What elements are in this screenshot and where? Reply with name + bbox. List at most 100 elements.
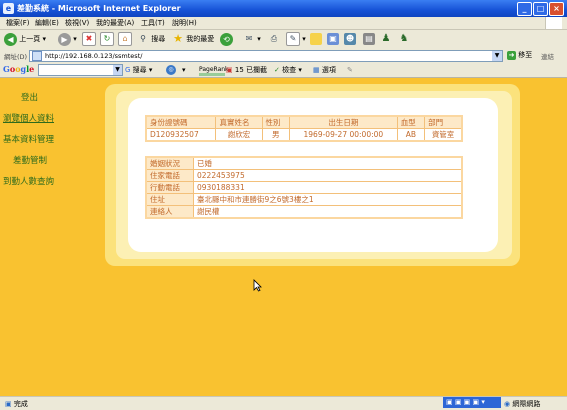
- language-bar[interactable]: ▣ ▣ ▣ ▣ ▾: [443, 397, 501, 408]
- menu-tools[interactable]: 工具(T): [141, 18, 165, 28]
- history-button[interactable]: ⟲: [220, 32, 233, 46]
- mouse-cursor-icon: [253, 279, 262, 292]
- maximize-button[interactable]: □: [533, 2, 548, 16]
- links-label[interactable]: 連結: [541, 51, 554, 61]
- cell-real-name: 謝欣宏: [215, 128, 263, 142]
- basic-info-table: 身份證號碼 真實姓名 性別 出生日期 血型 部門 D120932507 謝欣宏 …: [145, 115, 463, 142]
- go-button[interactable]: ➜ 移至: [507, 50, 532, 61]
- menu-help[interactable]: 說明(H): [172, 18, 197, 28]
- pagerank-bar: [199, 73, 225, 76]
- label-contact-person: 連絡人: [145, 205, 194, 219]
- nav-personal-data-link[interactable]: 瀏覽個人資料: [3, 112, 54, 124]
- cell-birth-date: 1969-09-27 00:00:00: [288, 128, 398, 142]
- edit-icon: ✎: [286, 32, 300, 46]
- refresh-icon: ↻: [100, 32, 114, 46]
- tool-icon: ▤: [363, 33, 375, 45]
- zone-label: 網際網路: [512, 400, 541, 408]
- star-icon: ★: [173, 32, 183, 45]
- menu-edit[interactable]: 編輯(E): [35, 18, 59, 28]
- google-options-button[interactable]: ▾: [182, 65, 186, 75]
- popup-blocker-button[interactable]: ▣ 15 已攔截: [226, 65, 267, 75]
- google-toolbar: Google ▼ G 搜尋 ▾ ◎ ▾ PageRank ▣ 15 已攔截 ✓ …: [0, 62, 567, 78]
- header-birth-date: 出生日期: [288, 115, 398, 129]
- windows-logo-icon: [545, 17, 562, 29]
- label-mobile-phone: 行動電話: [145, 181, 194, 194]
- back-arrow-icon: ◀: [4, 32, 17, 46]
- messenger-button[interactable]: ☻: [344, 32, 356, 46]
- value-marital-status: 已婚: [193, 156, 463, 170]
- window-title: 差勤系統 - Microsoft Internet Explorer: [17, 4, 181, 13]
- internet-zone-icon: ◉: [504, 400, 511, 408]
- edit-button[interactable]: ✎ ▾: [286, 32, 306, 46]
- google-settings-button[interactable]: ▦ 選項: [313, 65, 336, 75]
- google-dropdown-icon[interactable]: ▼: [113, 65, 122, 75]
- zone-indicator: ◉ 網際網路: [504, 399, 540, 409]
- header-id-number: 身份證號碼: [145, 115, 217, 129]
- header-department: 部門: [424, 115, 463, 129]
- google-search-input[interactable]: ▼: [38, 64, 123, 76]
- google-search-label: 搜尋: [132, 66, 147, 74]
- menu-bar: 檔案(F) 編輯(E) 檢視(V) 我的最愛(A) 工具(T) 說明(H): [0, 17, 567, 30]
- google-site-button[interactable]: ◎: [166, 65, 176, 75]
- print-button[interactable]: ⎙: [268, 32, 280, 46]
- back-button[interactable]: ◀ 上一頁 ▾: [4, 32, 46, 46]
- nav-basic-data-link[interactable]: 基本資料管理: [3, 133, 54, 145]
- page-icon: [32, 51, 42, 61]
- page-done-icon: ▣: [5, 400, 12, 408]
- highlight-button[interactable]: ✎: [347, 65, 353, 75]
- table-row: 住址 臺北縣中和市連勝街9之6號3樓之1: [145, 193, 463, 206]
- value-mobile-phone: 0930188331: [193, 181, 463, 194]
- refresh-button[interactable]: ↻: [100, 32, 114, 46]
- group-button[interactable]: ♞: [398, 32, 410, 46]
- back-label: 上一頁: [19, 35, 41, 43]
- print-icon: ⎙: [270, 34, 278, 43]
- go-arrow-icon: ➜: [507, 50, 516, 60]
- google-check-button[interactable]: ✓ 檢查 ▾: [274, 65, 302, 75]
- favorites-label: 我的最愛: [186, 35, 215, 43]
- table-row: 行動電話 0930188331: [145, 181, 463, 194]
- home-button[interactable]: ⌂: [118, 32, 132, 46]
- table-row: 婚姻狀況 已婚: [145, 156, 463, 170]
- pagerank-indicator[interactable]: PageRank: [199, 65, 229, 76]
- nav-arrival-query-link[interactable]: 到勤人數查詢: [3, 175, 54, 187]
- person-button[interactable]: ♟: [380, 32, 392, 46]
- globe-icon: ◎: [166, 65, 176, 75]
- folder-button[interactable]: [310, 32, 322, 46]
- menu-favorites[interactable]: 我的最愛(A): [96, 18, 134, 28]
- tool-button[interactable]: ▤: [363, 32, 375, 46]
- address-dropdown-icon[interactable]: ▼: [492, 51, 502, 61]
- mail-button[interactable]: ✉ ▾: [243, 32, 261, 46]
- value-contact-person: 謝民權: [193, 205, 463, 219]
- stop-button[interactable]: ✖: [82, 32, 96, 46]
- abc-check-icon: ✓: [274, 66, 280, 74]
- minimize-button[interactable]: _: [517, 2, 532, 16]
- toolbar: ◀ 上一頁 ▾ ▶ ▾ ✖ ↻ ⌂ ⚲ 搜尋 ★ 我的最愛 ⟲ ✉ ▾ ⎙ ✎ …: [0, 30, 567, 49]
- address-input[interactable]: http://192.168.0.123/ssmtest/ ▼: [29, 50, 503, 62]
- search-button[interactable]: ⚲ 搜尋: [137, 32, 165, 46]
- google-search-button[interactable]: G 搜尋 ▾: [125, 65, 152, 75]
- popup-blocked-label: 15 已攔截: [234, 66, 267, 74]
- favorites-button[interactable]: ★ 我的最愛: [172, 32, 214, 46]
- nav-attendance-link[interactable]: 差勤管制: [13, 154, 47, 166]
- status-done-label: 完成: [13, 400, 28, 408]
- nav-logout-link[interactable]: 登出: [21, 91, 38, 103]
- menu-file[interactable]: 檔案(F): [6, 18, 30, 28]
- title-bar: e 差勤系統 - Microsoft Internet Explorer _ □…: [0, 0, 567, 17]
- research-icon: ▣: [327, 33, 339, 45]
- forward-arrow-icon: ▶: [58, 32, 71, 46]
- close-button[interactable]: ×: [549, 2, 564, 16]
- check-label: 檢查: [282, 66, 297, 74]
- google-logo[interactable]: Google: [3, 64, 34, 74]
- header-gender: 性別: [261, 115, 290, 129]
- forward-button[interactable]: ▶ ▾: [58, 32, 77, 46]
- label-marital-status: 婚姻狀況: [145, 156, 194, 170]
- stop-icon: ✖: [82, 32, 96, 46]
- table-row: 住家電話 0222453975: [145, 169, 463, 182]
- basic-info-header-row: 身份證號碼 真實姓名 性別 出生日期 血型 部門: [145, 115, 463, 129]
- value-home-phone: 0222453975: [193, 169, 463, 182]
- research-button[interactable]: ▣: [327, 32, 339, 46]
- menu-view[interactable]: 檢視(V): [65, 18, 89, 28]
- label-home-phone: 住家電話: [145, 169, 194, 182]
- address-url: http://192.168.0.123/ssmtest/: [45, 52, 143, 60]
- table-row: 連絡人 謝民權: [145, 205, 463, 219]
